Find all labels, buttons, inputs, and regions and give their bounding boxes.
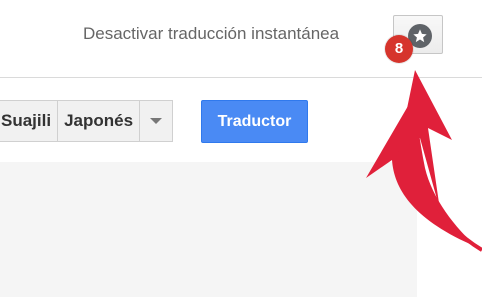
header-divider [0,77,482,78]
language-button-swahili[interactable]: Suajili [0,101,59,141]
instant-translation-toggle[interactable]: Desactivar traducción instantánea [83,24,339,44]
language-selector: Suajili Japonés [0,100,174,142]
notification-badge: 8 [385,35,413,63]
language-button-japanese[interactable]: Japonés [58,101,141,141]
translate-button[interactable]: Traductor [201,100,308,143]
chevron-down-icon [150,118,163,124]
source-text-area[interactable] [0,162,417,297]
language-dropdown-button[interactable] [140,101,173,141]
